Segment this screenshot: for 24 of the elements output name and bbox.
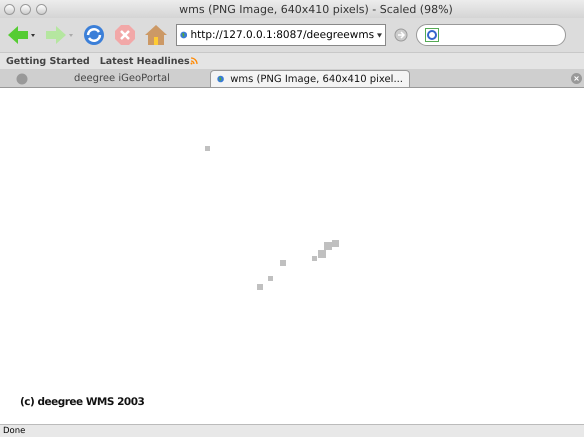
globe-icon <box>16 72 28 84</box>
caret-icon[interactable] <box>377 32 382 38</box>
close-button[interactable] <box>4 4 15 14</box>
search-field[interactable] <box>416 24 566 46</box>
zoom-button[interactable] <box>36 4 47 14</box>
copyright-text: (c) deegree WMS 2003 <box>20 396 144 408</box>
browser-tab[interactable]: deegree iGeoPortal <box>10 70 210 87</box>
home-icon[interactable] <box>144 23 168 47</box>
back-icon[interactable] <box>6 24 36 46</box>
stop-icon[interactable] <box>114 24 136 46</box>
rss-icon <box>190 57 198 65</box>
window-title: wms (PNG Image, 640x410 pixels) - Scaled (98%) <box>178 2 454 16</box>
browser-tab[interactable]: wms (PNG Image, 640x410 pixel... <box>210 70 410 87</box>
bookmark-link[interactable]: Latest Headlines <box>100 56 190 66</box>
close-tab-icon[interactable] <box>571 73 582 84</box>
globe-icon <box>217 73 224 85</box>
go-icon[interactable] <box>394 28 408 42</box>
bookmark-link[interactable]: Getting Started <box>6 56 90 66</box>
search-engine-icon[interactable] <box>425 28 439 42</box>
url-field[interactable]: http://127.0.0.1:8087/deegreewms <box>176 24 386 46</box>
reload-icon[interactable] <box>82 23 106 47</box>
globe-icon <box>180 29 188 41</box>
minimize-button[interactable] <box>20 4 31 14</box>
status-text: Done <box>0 424 584 437</box>
